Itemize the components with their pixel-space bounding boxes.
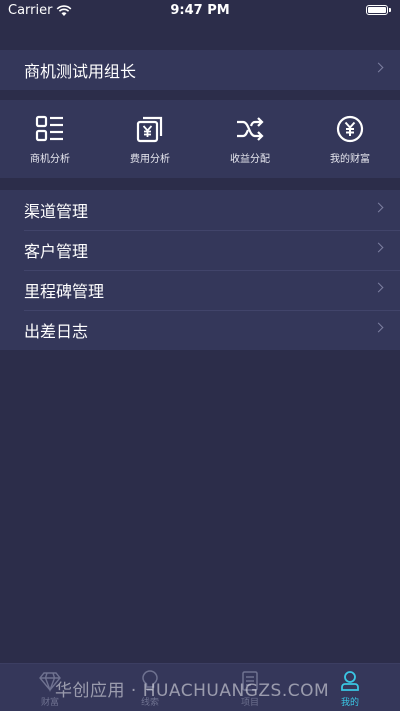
team-leader-item[interactable]: 商机测试用组长 bbox=[0, 50, 400, 90]
menu-item-channel-management[interactable]: 渠道管理 bbox=[0, 190, 400, 230]
shortcut-label: 我的财富 bbox=[330, 153, 370, 165]
menu-item-label: 出差日志 bbox=[24, 322, 89, 341]
shortcut-my-wealth[interactable]: 我的财富 bbox=[300, 100, 400, 178]
shuffle-icon bbox=[237, 116, 264, 141]
menu-section: 渠道管理 客户管理 里程碑管理 出差日志 bbox=[0, 190, 400, 350]
list-grid-icon bbox=[35, 115, 63, 141]
person-icon bbox=[341, 671, 359, 691]
team-leader-label: 商机测试用组长 bbox=[24, 62, 137, 81]
battery-fill bbox=[368, 7, 386, 13]
chevron-right-icon bbox=[373, 62, 384, 73]
shortcut-label: 收益分配 bbox=[230, 153, 270, 165]
chevron-right-icon bbox=[373, 202, 384, 213]
team-section: 商机测试用组长 bbox=[0, 50, 400, 90]
menu-item-customer-management[interactable]: 客户管理 bbox=[0, 230, 400, 270]
menu-item-label: 渠道管理 bbox=[24, 202, 89, 221]
shortcuts-section: 商机分析 费用分析 收益分配 我的财富 bbox=[0, 100, 400, 178]
yen-circle-icon bbox=[336, 115, 364, 142]
menu-item-label: 里程碑管理 bbox=[24, 282, 105, 301]
chevron-right-icon bbox=[373, 282, 384, 293]
shortcut-label: 商机分析 bbox=[30, 153, 70, 165]
shortcut-label: 费用分析 bbox=[130, 153, 170, 165]
menu-item-travel-log[interactable]: 出差日志 bbox=[0, 310, 400, 350]
menu-item-milestone-management[interactable]: 里程碑管理 bbox=[0, 270, 400, 310]
shortcut-expense-analysis[interactable]: 费用分析 bbox=[100, 100, 200, 178]
chevron-right-icon bbox=[373, 322, 384, 333]
menu-item-label: 客户管理 bbox=[24, 242, 89, 261]
watermark: 华创应用 · HUACHUANGZS.COM bbox=[55, 681, 330, 701]
shortcut-business-analysis[interactable]: 商机分析 bbox=[0, 100, 100, 178]
status-time: 9:47 PM bbox=[170, 3, 230, 18]
chevron-right-icon bbox=[373, 242, 384, 253]
status-bar: Carrier 9:47 PM bbox=[0, 0, 400, 22]
battery-icon bbox=[366, 5, 391, 15]
shortcut-revenue-distribution[interactable]: 收益分配 bbox=[200, 100, 300, 178]
shortcut-grid: 商机分析 费用分析 收益分配 我的财富 bbox=[0, 100, 400, 178]
tab-label: 我的 bbox=[340, 698, 359, 708]
yen-document-icon bbox=[136, 116, 163, 142]
